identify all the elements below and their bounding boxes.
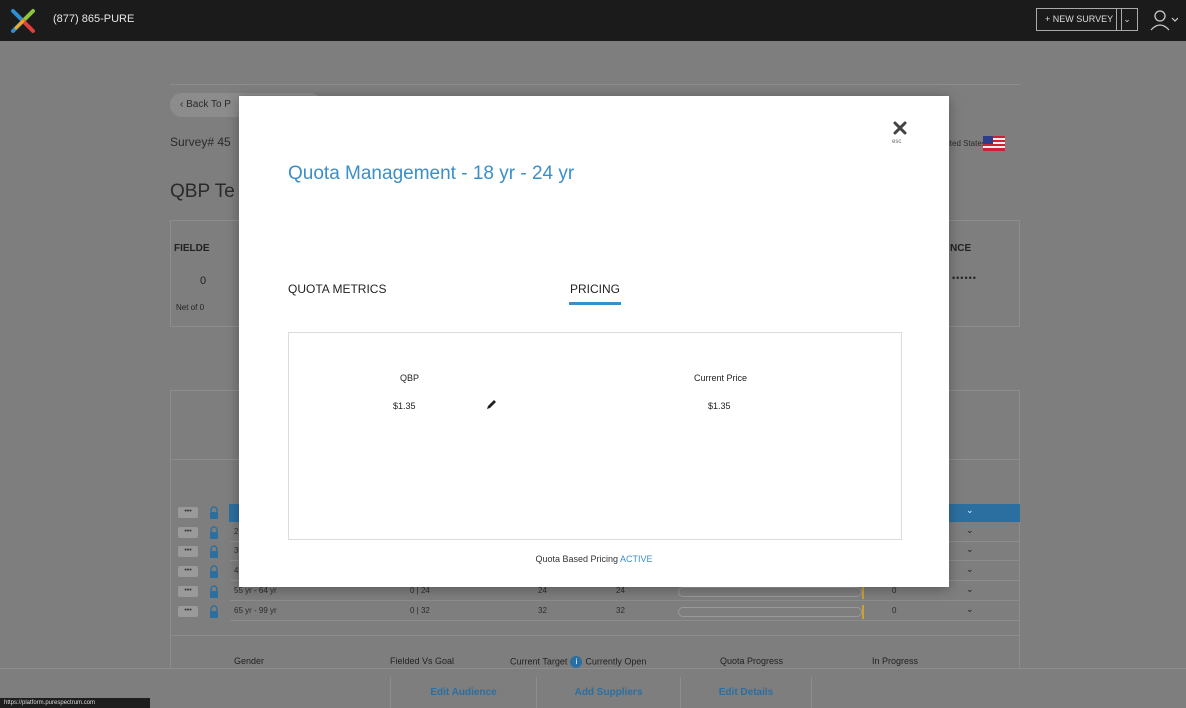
- close-icon[interactable]: [893, 121, 907, 135]
- quota-management-modal: esc Quota Management - 18 yr - 24 yr QUO…: [239, 96, 949, 587]
- row-divider: [230, 620, 1020, 621]
- survey-number: Survey# 45: [170, 135, 231, 149]
- qbp-status: Quota Based Pricing ACTIVE: [239, 554, 949, 564]
- survey-title: QBP Te: [170, 181, 235, 202]
- current-target-header-label: Current Target: [510, 656, 568, 667]
- modal-title: Quota Management - 18 yr - 24 yr: [288, 163, 575, 184]
- age-range: 55 yr - 64 yr: [234, 586, 277, 595]
- fielded-vs-goal: 0 | 24: [410, 586, 430, 595]
- current-price-label: Current Price: [694, 373, 748, 383]
- row-divider: [230, 600, 1020, 601]
- currently-open: 24: [616, 586, 625, 595]
- balance-label: NCE: [950, 243, 972, 254]
- active-tab-indicator: [569, 302, 621, 305]
- phone-number: (877) 865-PURE: [53, 13, 135, 25]
- add-suppliers-button[interactable]: Add Suppliers: [536, 677, 680, 708]
- new-survey-button[interactable]: + NEW SURVEY: [1036, 8, 1123, 31]
- row-options-button[interactable]: •••: [178, 546, 198, 557]
- progress-marker: [862, 605, 864, 619]
- lock-icon[interactable]: [209, 605, 219, 619]
- row-options-button[interactable]: •••: [178, 527, 198, 538]
- current-target: 32: [538, 606, 547, 615]
- chevron-down-icon[interactable]: ⌄: [966, 564, 974, 575]
- lock-icon[interactable]: [209, 506, 219, 520]
- qbp-status-label: Quota Based Pricing: [535, 554, 618, 564]
- in-progress: 0: [892, 586, 897, 595]
- currently-open-header: Currently Open: [585, 656, 647, 667]
- chevron-down-icon: ⌄: [1123, 14, 1131, 24]
- lock-icon[interactable]: [209, 585, 219, 599]
- top-bar: (877) 865-PURE + NEW SURVEY ⌄: [0, 0, 1186, 41]
- info-icon[interactable]: i: [570, 656, 583, 668]
- lock-icon[interactable]: [209, 545, 219, 559]
- quota-row[interactable]: ••• 65 yr - 99 yr 0 | 32 32 32 0 ⌄: [176, 603, 1020, 621]
- fielded-vs-goal: 0 | 32: [410, 606, 430, 615]
- tab-pricing[interactable]: PRICING: [570, 282, 620, 296]
- chevron-down-icon[interactable]: ⌄: [966, 544, 974, 555]
- gender-header: Gender: [234, 656, 265, 666]
- new-survey-dropdown-button[interactable]: ⌄: [1116, 8, 1138, 31]
- user-menu-icon[interactable]: [1150, 8, 1178, 32]
- age-range: 4: [234, 566, 239, 575]
- pencil-icon[interactable]: [486, 399, 497, 410]
- current-target-header: Current Target i Currently Open: [510, 656, 646, 668]
- fielded-vs-goal-header: Fielded Vs Goal: [390, 656, 455, 666]
- quota-progress-header: Quota Progress: [720, 656, 784, 666]
- progress-marker: [862, 585, 864, 599]
- age-range: 3: [234, 546, 239, 555]
- qbp-label: QBP: [400, 373, 420, 383]
- lock-icon[interactable]: [209, 565, 219, 579]
- lock-icon[interactable]: [209, 526, 219, 540]
- status-url: https://platform.purespectrum.com: [0, 698, 150, 708]
- pricing-panel: QBP $1.35 Current Price $1.35: [288, 332, 902, 540]
- quota-progress-bar: [678, 587, 862, 597]
- edit-details-button[interactable]: Edit Details: [680, 677, 812, 708]
- qbp-status-value: ACTIVE: [620, 554, 653, 564]
- row-options-button[interactable]: •••: [178, 566, 198, 577]
- net-of-label: Net of 0: [176, 303, 205, 312]
- chevron-down-icon[interactable]: ⌄: [966, 584, 974, 595]
- current-target: 24: [538, 586, 547, 595]
- divider: [170, 635, 1020, 636]
- chevron-down-icon[interactable]: ⌄: [966, 604, 974, 615]
- in-progress-header: In Progress: [872, 656, 919, 666]
- chevron-down-icon[interactable]: ⌄: [966, 505, 974, 516]
- row-options-button[interactable]: •••: [178, 606, 198, 617]
- divider: [170, 84, 1020, 85]
- edit-audience-button[interactable]: Edit Audience: [390, 677, 536, 708]
- age-range: 65 yr - 99 yr: [234, 606, 277, 615]
- us-flag-icon: [983, 136, 1005, 151]
- qbp-value: $1.35: [393, 401, 416, 411]
- masked-value: ••••••: [952, 273, 977, 283]
- row-options-button[interactable]: •••: [178, 586, 198, 597]
- fielded-value: 0: [200, 275, 207, 287]
- currently-open: 32: [616, 606, 625, 615]
- country-label: ited States: [948, 139, 986, 148]
- current-price-value: $1.35: [708, 401, 731, 411]
- chevron-down-icon[interactable]: ⌄: [966, 525, 974, 536]
- esc-label: esc: [892, 139, 902, 145]
- tab-quota-metrics[interactable]: QUOTA METRICS: [288, 282, 386, 296]
- in-progress: 0: [892, 606, 897, 615]
- logo-icon[interactable]: [10, 8, 36, 34]
- quota-progress-bar: [678, 607, 862, 617]
- row-options-button[interactable]: •••: [178, 507, 198, 518]
- age-range: 2: [234, 527, 239, 536]
- fielded-label: FIELDE: [174, 243, 210, 254]
